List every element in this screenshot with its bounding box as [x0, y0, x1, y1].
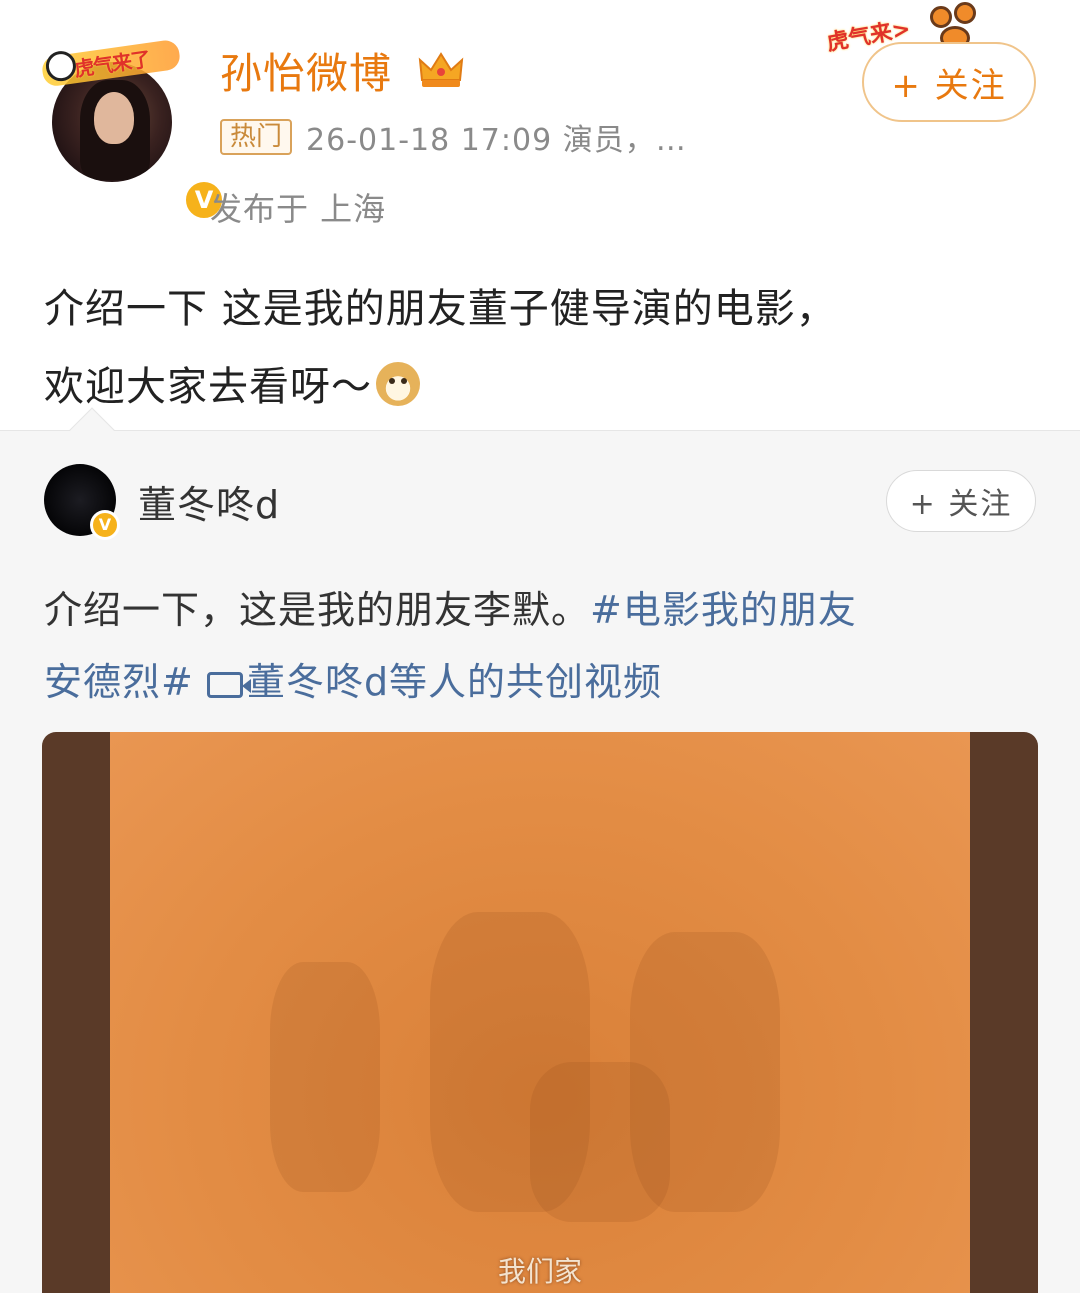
verified-v-icon: V	[90, 510, 120, 540]
follow-button[interactable]: + 关注	[862, 42, 1036, 122]
post-body: 介绍一下 这是我的朋友董子健导演的电影， 欢迎大家去看呀～	[44, 270, 1044, 426]
paw-icon	[930, 6, 952, 28]
repost-text-line: 安德烈# 董冬咚d等人的共创视频	[44, 646, 1044, 718]
post-text-line: 欢迎大家去看呀～	[44, 348, 1044, 426]
post-meta-row: 热门 26-01-18 17:09 演员，…	[220, 115, 687, 159]
cocreate-video-link[interactable]: 董冬咚d等人的共创视频	[206, 660, 662, 704]
repost-follow-button[interactable]: + 关注	[886, 470, 1036, 532]
hot-badge: 热门	[220, 119, 293, 155]
avatar-frame-decoration: 虎气来了	[39, 30, 184, 95]
video-frame-detail	[530, 1062, 670, 1222]
crown-icon[interactable]	[418, 50, 464, 90]
repost-body: 介绍一下，这是我的朋友李默。#电影我的朋友 安德烈# 董冬咚d等人的共创视频	[44, 574, 1044, 718]
video-frame-detail	[270, 962, 380, 1192]
hashtag-link[interactable]: #电影我的朋友	[590, 588, 857, 632]
hashtag-link[interactable]: 安德烈#	[44, 660, 194, 704]
post-timestamp-source: 26-01-18 17:09 演员，…	[306, 123, 687, 158]
paw-icon	[954, 2, 976, 24]
cocreate-video-label[interactable]: 董冬咚d等人的共创视频	[247, 660, 662, 704]
video-camera-icon	[206, 672, 251, 698]
author-name[interactable]: 孙怡微博	[220, 40, 392, 101]
repost-text-line: 介绍一下，这是我的朋友李默。#电影我的朋友	[44, 574, 1044, 646]
video-subtitle: 我们家	[497, 1255, 582, 1288]
video-frame	[110, 732, 970, 1293]
repost-author-name[interactable]: 董冬咚d	[138, 474, 280, 529]
video-player[interactable]	[42, 732, 1038, 1293]
post-text-line-content: 欢迎大家去看呀～	[44, 364, 372, 410]
post-header: 虎气来了 V 孙怡微博 热门 26-01-18 17:09 演员，… 发布于 上…	[0, 0, 1080, 250]
doge-emoji-icon	[376, 362, 420, 406]
avatar-face	[94, 92, 134, 144]
post-location: 发布于 上海	[210, 190, 387, 228]
post-text-line: 介绍一下 这是我的朋友董子健导演的电影，	[44, 286, 837, 332]
author-avatar[interactable]: 虎气来了 V	[40, 38, 226, 222]
repost-text-plain: 介绍一下，这是我的朋友李默。	[44, 588, 591, 632]
